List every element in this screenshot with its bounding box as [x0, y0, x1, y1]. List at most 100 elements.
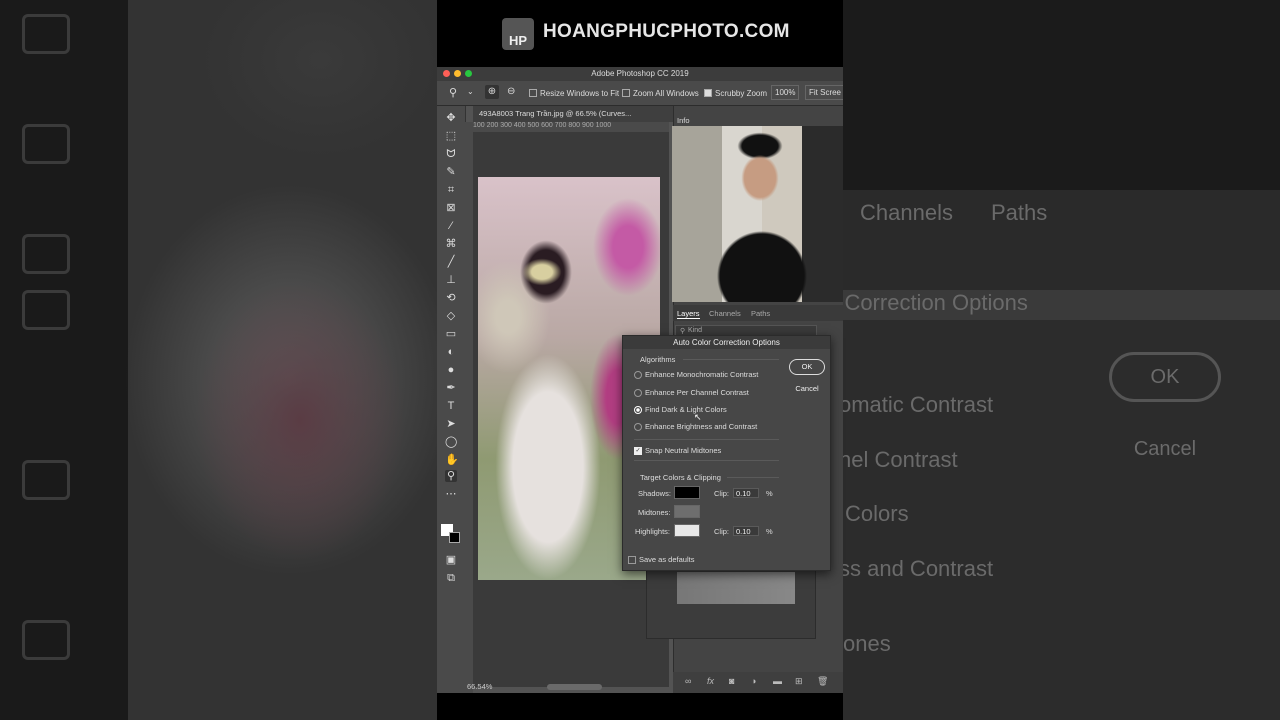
zoom-tool-icon[interactable]: ⚲: [445, 470, 457, 482]
dialog-title: Auto Color Correction Options: [623, 336, 830, 349]
ghost-tool-icon: [22, 14, 70, 54]
clip-label: Clip:: [714, 489, 730, 498]
healing-brush-tool-icon[interactable]: ⌘: [445, 238, 457, 250]
highlights-clip-input[interactable]: 0.10: [733, 526, 759, 536]
pen-tool-icon[interactable]: ✒: [445, 382, 457, 394]
ghost-tab: Paths: [991, 200, 1048, 225]
zoom-out-icon[interactable]: ⊖: [507, 86, 515, 97]
checkbox-checked-icon: [704, 89, 712, 97]
curves-histogram[interactable]: [677, 572, 795, 604]
window-title: Adobe Photoshop CC 2019: [591, 69, 689, 78]
layers-panel-footer: ∞ fx ◙ ◑ ▬ ⊞ 🗑: [673, 672, 843, 693]
quick-mask-icon[interactable]: ▣: [445, 554, 457, 566]
close-window-icon[interactable]: [443, 70, 450, 77]
document-tab[interactable]: 493A8003 Trang Trần.jpg @ 66.5% (Curves.…: [473, 106, 673, 122]
chevron-down-icon[interactable]: ⌄: [467, 87, 474, 96]
frame-tool-icon[interactable]: ⊠: [445, 202, 457, 214]
more-tools-icon[interactable]: ⋯: [445, 488, 457, 500]
cancel-button[interactable]: Cancel: [789, 381, 825, 397]
ghost-tool-icon: [22, 460, 70, 500]
shadows-label: Shadows:: [638, 489, 671, 498]
group-divider: [634, 460, 779, 461]
eraser-tool-icon[interactable]: ◇: [445, 310, 457, 322]
ghost-tool-icon: [22, 620, 70, 660]
zoom-in-icon[interactable]: ⊕: [485, 85, 499, 99]
group-folder-icon[interactable]: ▬: [773, 676, 782, 686]
minimize-window-icon[interactable]: [454, 70, 461, 77]
type-tool-icon[interactable]: T: [445, 400, 457, 412]
path-select-tool-icon[interactable]: ➤: [445, 418, 457, 430]
midtones-color-swatch[interactable]: [674, 505, 700, 518]
quick-select-tool-icon[interactable]: ✎: [445, 166, 457, 178]
background-color-swatch[interactable]: [449, 532, 460, 543]
maximize-window-icon[interactable]: [465, 70, 472, 77]
fit-screen-button[interactable]: Fit Scree: [805, 85, 843, 100]
ellipse-tool-icon[interactable]: ◯: [445, 436, 457, 448]
tab-layers[interactable]: Layers: [677, 309, 700, 319]
ghost-option: Colors: [845, 501, 909, 526]
ghost-option: ones: [843, 631, 891, 656]
shadows-color-swatch[interactable]: [674, 486, 700, 499]
zoom-all-checkbox[interactable]: Zoom All Windows: [622, 89, 699, 98]
stamp-tool-icon[interactable]: ⊥: [445, 274, 457, 286]
zoom-level-button[interactable]: 100%: [771, 85, 800, 100]
percent-label: %: [766, 489, 773, 498]
highlights-color-swatch[interactable]: [674, 524, 700, 537]
search-icon: ⚲: [680, 328, 686, 335]
ghost-ok-button: OK: [1109, 352, 1221, 402]
radio-icon: [634, 371, 642, 379]
add-mask-icon[interactable]: ◙: [729, 676, 734, 686]
midtones-label: Midtones:: [638, 508, 671, 517]
dodge-tool-icon[interactable]: ●: [445, 364, 457, 376]
zoom-tool-icon[interactable]: ⚲: [449, 86, 457, 99]
auto-color-correction-dialog: Auto Color Correction Options Algorithms…: [622, 335, 831, 571]
radio-icon: [634, 423, 642, 431]
highlights-label: Highlights:: [635, 527, 671, 536]
checkbox-checked-icon: ✓: [634, 447, 642, 455]
layer-style-icon[interactable]: fx: [707, 676, 714, 686]
ok-button[interactable]: OK: [789, 359, 825, 375]
blur-tool-icon[interactable]: ◐: [445, 346, 457, 358]
layers-panel-tabs: Layers Channels Paths: [673, 305, 843, 321]
gradient-tool-icon[interactable]: ▭: [445, 328, 457, 340]
blurred-background-right: Channels Paths r Correction Options OK C…: [831, 0, 1280, 720]
shadows-clip-input[interactable]: 0.10: [733, 488, 759, 498]
zoom-status[interactable]: 66.54%: [467, 682, 492, 691]
brush-tool-icon[interactable]: ╱: [445, 256, 457, 268]
eyedropper-tool-icon[interactable]: ⁄: [445, 220, 457, 232]
resize-windows-checkbox[interactable]: Resize Windows to Fit: [529, 89, 619, 98]
tab-channels[interactable]: Channels: [709, 309, 741, 318]
blurred-background-left: [0, 0, 437, 720]
group-divider: [683, 359, 779, 360]
new-layer-icon[interactable]: ⊞: [795, 676, 803, 687]
kind-label: Kind: [688, 327, 703, 334]
screen-mode-icon[interactable]: ⧉: [445, 572, 457, 584]
ghost-option: omatic Contrast: [839, 392, 994, 417]
ghost-option: nel Contrast: [839, 447, 958, 472]
crop-tool-icon[interactable]: ⌗: [445, 184, 457, 196]
clip-label: Clip:: [714, 527, 730, 536]
history-brush-tool-icon[interactable]: ⟲: [445, 292, 457, 304]
horizontal-scrollbar[interactable]: [547, 684, 602, 690]
checkbox-icon: [529, 89, 537, 97]
ghost-tab: Channels: [860, 200, 953, 225]
ghost-option: ss and Contrast: [839, 556, 994, 581]
ghost-dialog-title: r Correction Options: [831, 290, 1028, 315]
delete-layer-icon[interactable]: 🗑: [817, 676, 828, 687]
algorithms-heading: Algorithms: [640, 355, 676, 364]
move-tool-icon[interactable]: ✥: [445, 112, 457, 124]
hand-tool-icon[interactable]: ✋: [445, 454, 459, 466]
tab-paths[interactable]: Paths: [751, 309, 770, 318]
mouse-cursor-icon: ↖: [694, 412, 702, 422]
ghost-tool-icon: [22, 124, 70, 164]
link-layers-icon[interactable]: ∞: [685, 676, 691, 686]
scrubby-zoom-checkbox[interactable]: Scrubby Zoom: [704, 89, 767, 98]
adjustment-layer-icon[interactable]: ◑: [751, 676, 756, 686]
window-titlebar: Adobe Photoshop CC 2019: [437, 67, 843, 81]
marquee-tool-icon[interactable]: ⬚: [445, 130, 457, 142]
group-divider: [634, 439, 779, 440]
radio-icon: [634, 389, 642, 397]
lasso-tool-icon[interactable]: ᗢ: [445, 148, 457, 160]
info-panel-tab[interactable]: Info: [677, 116, 690, 125]
checkbox-icon: [628, 556, 636, 564]
